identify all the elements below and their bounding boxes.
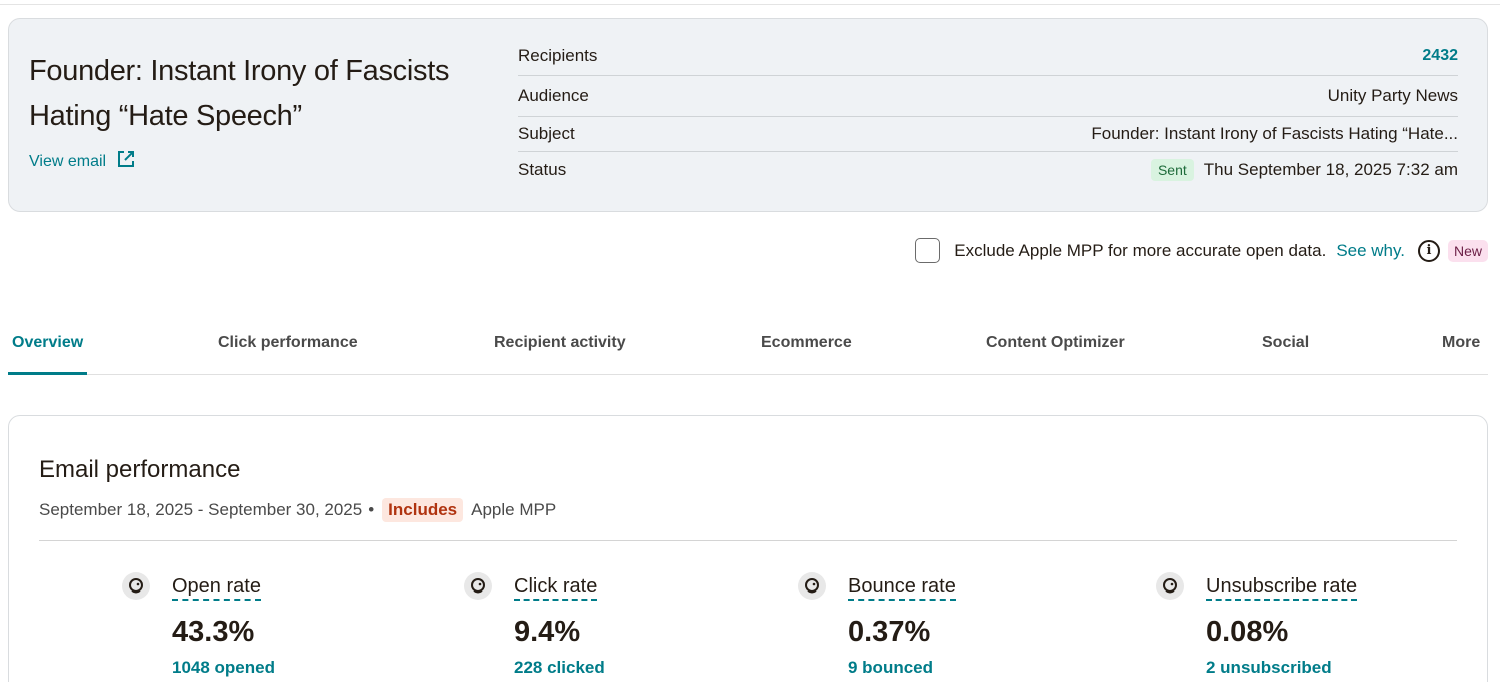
sent-status-badge: Sent — [1150, 159, 1194, 181]
unsubscribe-rate-value: 0.08% — [1206, 616, 1289, 648]
view-email-link[interactable]: View email — [29, 149, 136, 174]
status-value-group: Sent Thu September 18, 2025 7:32 am — [1150, 159, 1458, 181]
meta-row-recipients: Recipients 2432 — [518, 36, 1458, 76]
mailchimp-logo-icon — [1156, 572, 1184, 600]
campaign-summary-card: Founder: Instant Irony of Fascists Hatin… — [8, 18, 1488, 212]
email-performance-card: Email performance September 18, 2025 - S… — [8, 415, 1488, 682]
open-rate-value: 43.3% — [172, 616, 255, 648]
external-link-icon — [116, 149, 136, 174]
bounced-count-link[interactable]: 9 bounced — [848, 658, 933, 678]
subject-label: Subject — [518, 124, 575, 143]
meta-row-status: Status Sent Thu September 18, 2025 7:32 … — [518, 152, 1458, 188]
exclude-apple-mpp-checkbox[interactable] — [915, 238, 941, 263]
audience-label: Audience — [518, 86, 589, 105]
top-divider — [0, 0, 1500, 5]
recipients-label: Recipients — [518, 45, 598, 65]
bounce-rate-value: 0.37% — [848, 616, 931, 648]
performance-divider — [39, 540, 1457, 541]
info-icon[interactable]: i — [1417, 239, 1440, 262]
email-performance-title: Email performance — [39, 456, 241, 483]
click-rate-label[interactable]: Click rate — [514, 575, 598, 601]
tab-recipient-activity[interactable]: Recipient activity — [494, 322, 626, 375]
unsubscribe-rate-label[interactable]: Unsubscribe rate — [1206, 575, 1358, 601]
mailchimp-logo-icon — [122, 572, 150, 600]
unsubscribed-count-link[interactable]: 2 unsubscribed — [1206, 658, 1332, 678]
performance-date-range: September 18, 2025 - September 30, 2025 — [39, 500, 363, 519]
sent-date-value: Thu September 18, 2025 7:32 am — [1203, 160, 1458, 179]
performance-date-range-row: September 18, 2025 - September 30, 2025 … — [39, 498, 556, 522]
separator-dot: • — [368, 500, 375, 519]
tab-ecommerce[interactable]: Ecommerce — [761, 322, 852, 375]
includes-apple-mpp-text: Apple MPP — [471, 500, 557, 519]
apple-mpp-toggle-row: Exclude Apple MPP for more accurate open… — [915, 238, 1488, 263]
see-why-link[interactable]: See why. — [1336, 241, 1405, 261]
open-rate-label[interactable]: Open rate — [172, 575, 261, 601]
campaign-title: Founder: Instant Irony of Fascists Hatin… — [29, 55, 450, 132]
tab-overview[interactable]: Overview — [8, 322, 88, 375]
bounce-rate-label[interactable]: Bounce rate — [848, 575, 956, 601]
view-email-label: View email — [29, 152, 107, 170]
tab-social[interactable]: Social — [1262, 322, 1309, 375]
new-badge: New — [1447, 239, 1488, 262]
tab-content-optimizer[interactable]: Content Optimizer — [986, 322, 1125, 375]
recipients-value-link[interactable]: 2432 — [1422, 47, 1458, 65]
status-label: Status — [518, 160, 567, 179]
exclude-apple-mpp-label: Exclude Apple MPP for more accurate open… — [954, 240, 1327, 260]
subject-value: Founder: Instant Irony of Fascists Hatin… — [1091, 124, 1458, 143]
clicked-count-link[interactable]: 228 clicked — [514, 658, 605, 678]
meta-row-subject: Subject Founder: Instant Irony of Fascis… — [518, 117, 1458, 152]
tab-click-performance[interactable]: Click performance — [218, 322, 358, 375]
includes-badge: Includes — [382, 498, 464, 522]
audience-value: Unity Party News — [1327, 86, 1458, 105]
campaign-meta: Recipients 2432 Audience Unity Party New… — [518, 36, 1458, 188]
tab-more[interactable]: More — [1442, 322, 1480, 375]
mailchimp-logo-icon — [798, 572, 826, 600]
meta-row-audience: Audience Unity Party News — [518, 76, 1458, 117]
mailchimp-logo-icon — [464, 572, 492, 600]
click-rate-value: 9.4% — [514, 616, 581, 648]
opened-count-link[interactable]: 1048 opened — [172, 658, 275, 678]
report-tabs: Overview Click performance Recipient act… — [8, 322, 1488, 375]
